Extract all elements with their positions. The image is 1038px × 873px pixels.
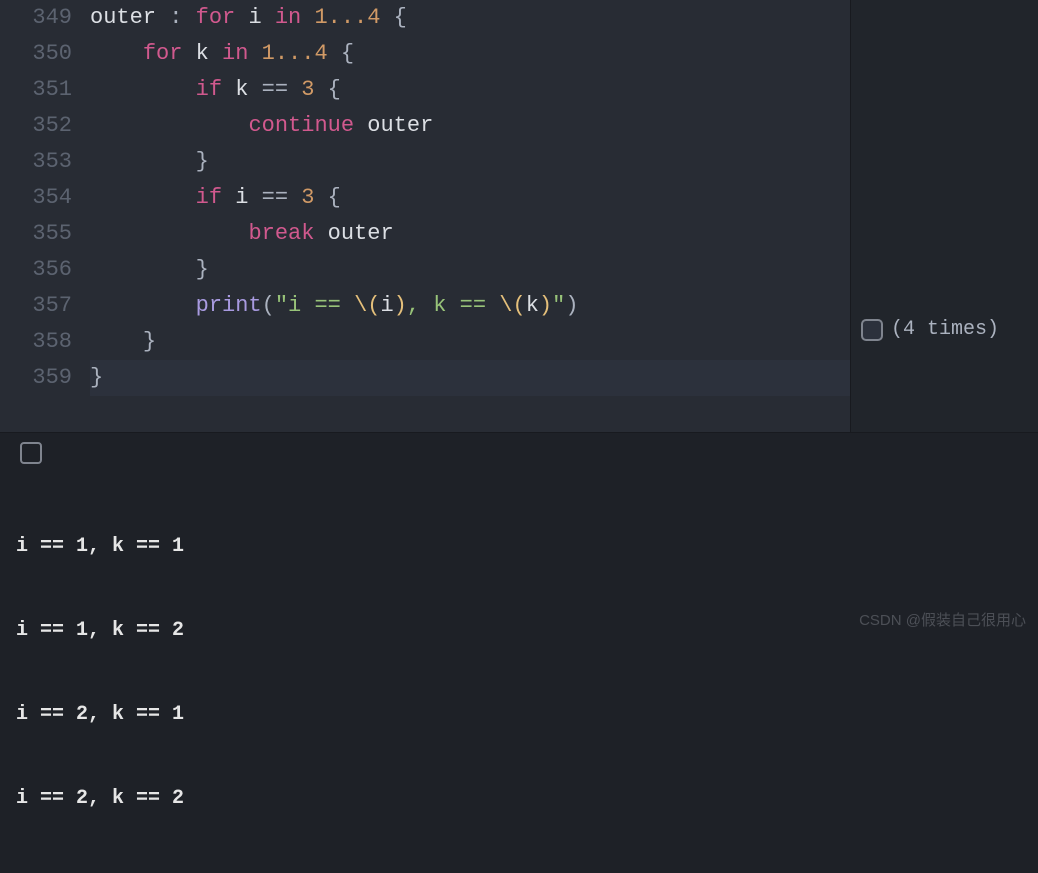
console-toggle-icon[interactable] [20, 442, 42, 464]
code-line[interactable]: } [90, 252, 850, 288]
console-line: i == 1, k == 1 [16, 533, 1022, 561]
playground-result-sidebar: (4 times) [850, 0, 1038, 432]
line-number: 356 [0, 252, 72, 288]
code-line[interactable]: } [90, 360, 850, 396]
line-number: 355 [0, 216, 72, 252]
console-output[interactable]: i == 1, k == 1 i == 1, k == 2 i == 2, k … [0, 473, 1038, 873]
code-line[interactable]: if k == 3 { [90, 72, 850, 108]
line-number: 349 [0, 0, 72, 36]
editor-area: 349 350 351 352 353 354 355 356 357 358 … [0, 0, 1038, 432]
code-line[interactable]: continue outer [90, 108, 850, 144]
code-line[interactable]: outer : for i in 1...4 { [90, 0, 850, 36]
line-number: 358 [0, 324, 72, 360]
line-number: 350 [0, 36, 72, 72]
line-number: 357 [0, 288, 72, 324]
code-line[interactable]: } [90, 324, 850, 360]
result-view-icon[interactable] [861, 319, 883, 341]
line-number: 353 [0, 144, 72, 180]
line-number: 352 [0, 108, 72, 144]
line-number: 359 [0, 360, 72, 396]
line-number: 351 [0, 72, 72, 108]
result-label: (4 times) [891, 318, 999, 341]
console-line: i == 2, k == 2 [16, 785, 1022, 813]
code-line[interactable]: if i == 3 { [90, 180, 850, 216]
console-line: i == 2, k == 1 [16, 701, 1022, 729]
console-area: i == 1, k == 1 i == 1, k == 2 i == 2, k … [0, 432, 1038, 636]
result-badge[interactable]: (4 times) [861, 318, 999, 341]
code-line[interactable]: break outer [90, 216, 850, 252]
line-gutter: 349 350 351 352 353 354 355 356 357 358 … [0, 0, 90, 432]
code-line[interactable]: for k in 1...4 { [90, 36, 850, 72]
watermark: CSDN @假装自己很用心 [859, 609, 1026, 630]
code-line[interactable]: print("i == \(i), k == \(k)") [90, 288, 850, 324]
code-line[interactable]: } [90, 144, 850, 180]
code-content[interactable]: outer : for i in 1...4 { for k in 1...4 … [90, 0, 850, 432]
line-number: 354 [0, 180, 72, 216]
console-header [0, 433, 1038, 473]
code-pane: 349 350 351 352 353 354 355 356 357 358 … [0, 0, 850, 432]
